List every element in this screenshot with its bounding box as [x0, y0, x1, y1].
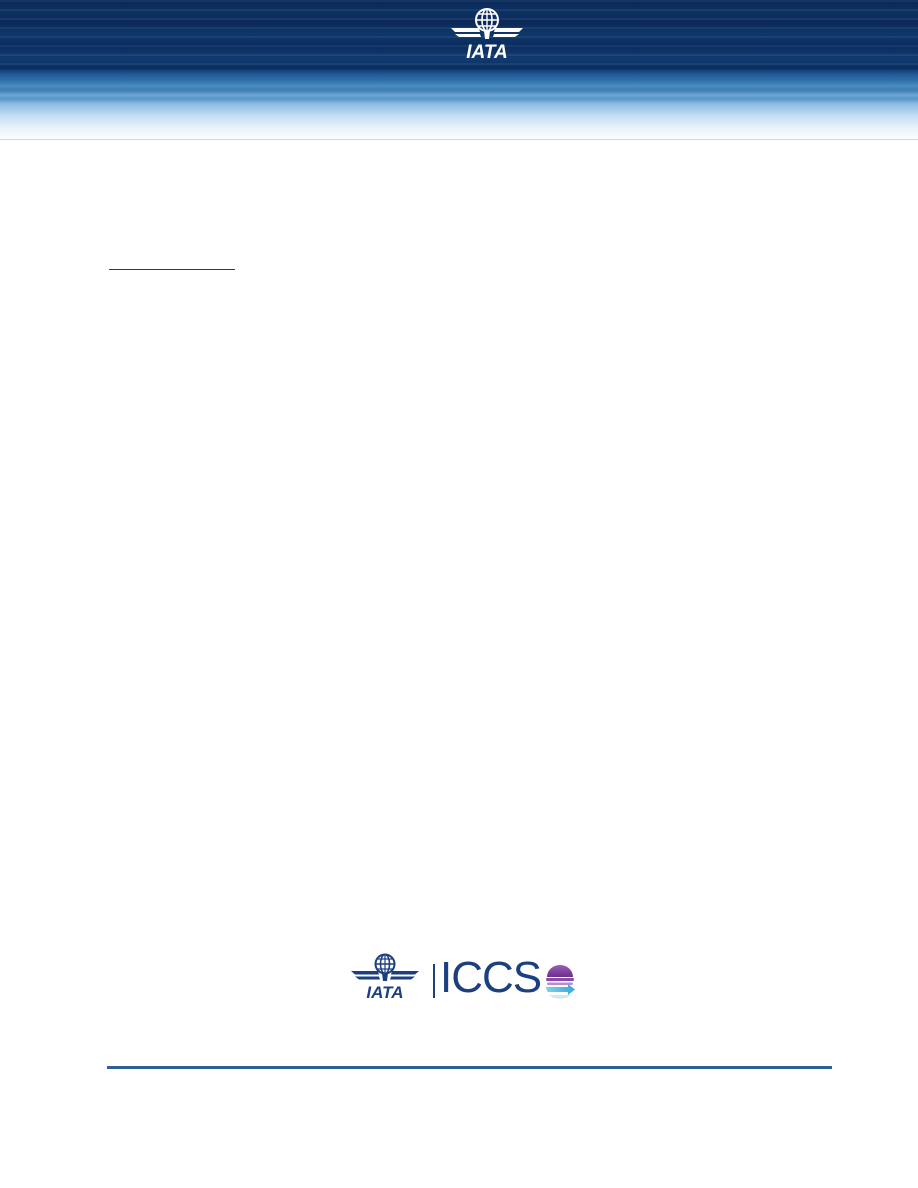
- iata-small-text: IATA: [366, 983, 403, 1000]
- iccs-product-name: ICCS: [440, 953, 542, 1002]
- iccs-globe-icon: [546, 965, 575, 999]
- iata-logo-icon: IATA: [451, 8, 523, 62]
- underline-mark: [109, 269, 235, 270]
- footer-rule: [107, 1066, 832, 1069]
- banner-rule: [0, 139, 918, 140]
- footer-logo: IATA ICCS: [349, 950, 589, 1004]
- logo-divider: [433, 964, 435, 998]
- iata-logo-text: IATA: [466, 42, 508, 62]
- iata-small-logo-icon: IATA: [351, 953, 419, 1000]
